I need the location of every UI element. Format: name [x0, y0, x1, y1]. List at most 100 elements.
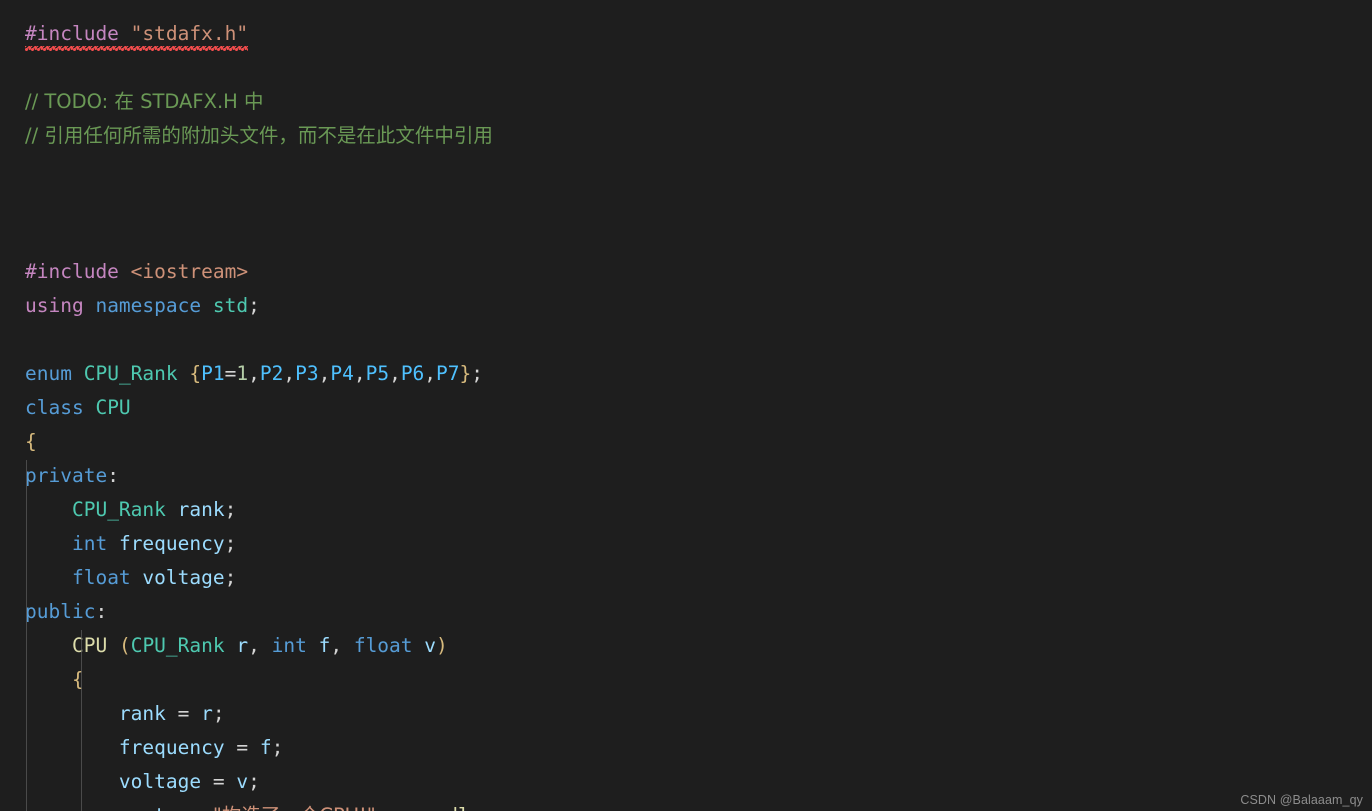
- code-line[interactable]: {: [0, 663, 1372, 697]
- code-token: CPU: [95, 396, 131, 419]
- code-line[interactable]: [0, 323, 1372, 357]
- code-token: private: [25, 464, 108, 487]
- code-token: cout: [119, 804, 166, 811]
- code-line[interactable]: [0, 187, 1372, 221]
- code-token: namespace: [95, 294, 202, 317]
- code-token: public: [25, 600, 96, 623]
- code-token: 1: [236, 362, 249, 385]
- code-token: #include: [25, 260, 119, 283]
- indent-guide: [26, 460, 27, 811]
- code-token: ,: [283, 362, 296, 385]
- code-line[interactable]: #include "stdafx.h": [0, 17, 1372, 51]
- code-token: rank: [118, 702, 166, 725]
- csdn-watermark: CSDN @Balaaam_qy: [1240, 793, 1363, 807]
- code-token: frequency: [118, 532, 225, 555]
- code-token: class: [25, 396, 84, 419]
- indent-guide: [81, 630, 82, 811]
- code-line[interactable]: using namespace std;: [0, 289, 1372, 323]
- code-line[interactable]: [0, 51, 1372, 85]
- code-token: ,: [318, 362, 331, 385]
- code-token: :: [107, 464, 119, 487]
- code-line[interactable]: int frequency;: [0, 527, 1372, 561]
- code-line[interactable]: // TODO: 在 STDAFX.H 中: [0, 85, 1372, 119]
- code-token: }: [459, 362, 472, 385]
- code-token: enum: [25, 362, 72, 385]
- code-line[interactable]: float voltage;: [0, 561, 1372, 595]
- code-token: ,: [248, 362, 260, 385]
- code-token: P1: [201, 362, 225, 385]
- code-line[interactable]: CPU_Rank rank;: [0, 493, 1372, 527]
- code-token: ;: [224, 532, 237, 555]
- code-token: P5: [365, 362, 390, 385]
- code-line[interactable]: class CPU: [0, 391, 1372, 425]
- code-token: r: [201, 702, 213, 725]
- code-token: P3: [295, 362, 319, 385]
- code-line[interactable]: {: [0, 425, 1372, 459]
- code-lines-container[interactable]: #include "stdafx.h" // TODO: 在 STDAFX.H …: [0, 0, 1372, 811]
- code-token: ,: [330, 634, 354, 657]
- code-token: v: [236, 770, 249, 793]
- code-editor-surface[interactable]: #include "stdafx.h" // TODO: 在 STDAFX.H …: [0, 0, 1372, 811]
- code-token: voltage: [142, 566, 225, 589]
- code-token: ;: [224, 498, 237, 521]
- code-token: <<: [178, 804, 201, 811]
- code-token: std: [212, 294, 249, 317]
- code-line[interactable]: [0, 153, 1372, 187]
- code-line[interactable]: enum CPU_Rank {P1=1,P2,P3,P4,P5,P6,P7};: [0, 357, 1372, 391]
- code-token: <iostream>: [130, 260, 249, 283]
- code-line[interactable]: rank = r;: [0, 697, 1372, 731]
- code-token: ;: [224, 566, 237, 589]
- code-line[interactable]: // 引用任何所需的附加头文件，而不是在此文件中引用: [0, 119, 1372, 153]
- code-token: ;: [470, 804, 482, 811]
- code-token: ,: [353, 362, 366, 385]
- code-token: frequency: [118, 736, 225, 759]
- code-line[interactable]: cout << "构造了一个CPU!" << endl;: [0, 799, 1372, 811]
- code-token: P7: [436, 362, 460, 385]
- code-token: P4: [330, 362, 354, 385]
- code-line[interactable]: public:: [0, 595, 1372, 629]
- code-token: ;: [248, 770, 260, 793]
- code-token: ): [436, 634, 448, 657]
- code-token: ,: [424, 362, 437, 385]
- code-token: v: [424, 634, 437, 657]
- code-line[interactable]: frequency = f;: [0, 731, 1372, 765]
- code-line[interactable]: CPU (CPU_Rank r, int f, float v): [0, 629, 1372, 663]
- code-line[interactable]: private:: [0, 459, 1372, 493]
- code-token: r: [236, 634, 249, 657]
- code-token: "构造了一个CPU!": [213, 804, 376, 811]
- code-line[interactable]: #include <iostream>: [0, 255, 1372, 289]
- code-token: =: [224, 362, 237, 385]
- code-token: int: [271, 634, 307, 657]
- code-token: CPU_Rank: [83, 362, 178, 385]
- code-token: ,: [389, 362, 401, 385]
- code-token: ;: [248, 294, 260, 317]
- code-token: ;: [212, 702, 225, 725]
- code-token: f: [259, 736, 272, 759]
- code-line[interactable]: voltage = v;: [0, 765, 1372, 799]
- error-squiggle-underline: #include "stdafx.h": [25, 17, 249, 51]
- code-token: ;: [271, 736, 284, 759]
- code-token: voltage: [118, 770, 202, 793]
- code-line[interactable]: [0, 221, 1372, 255]
- code-token: <<: [388, 804, 411, 811]
